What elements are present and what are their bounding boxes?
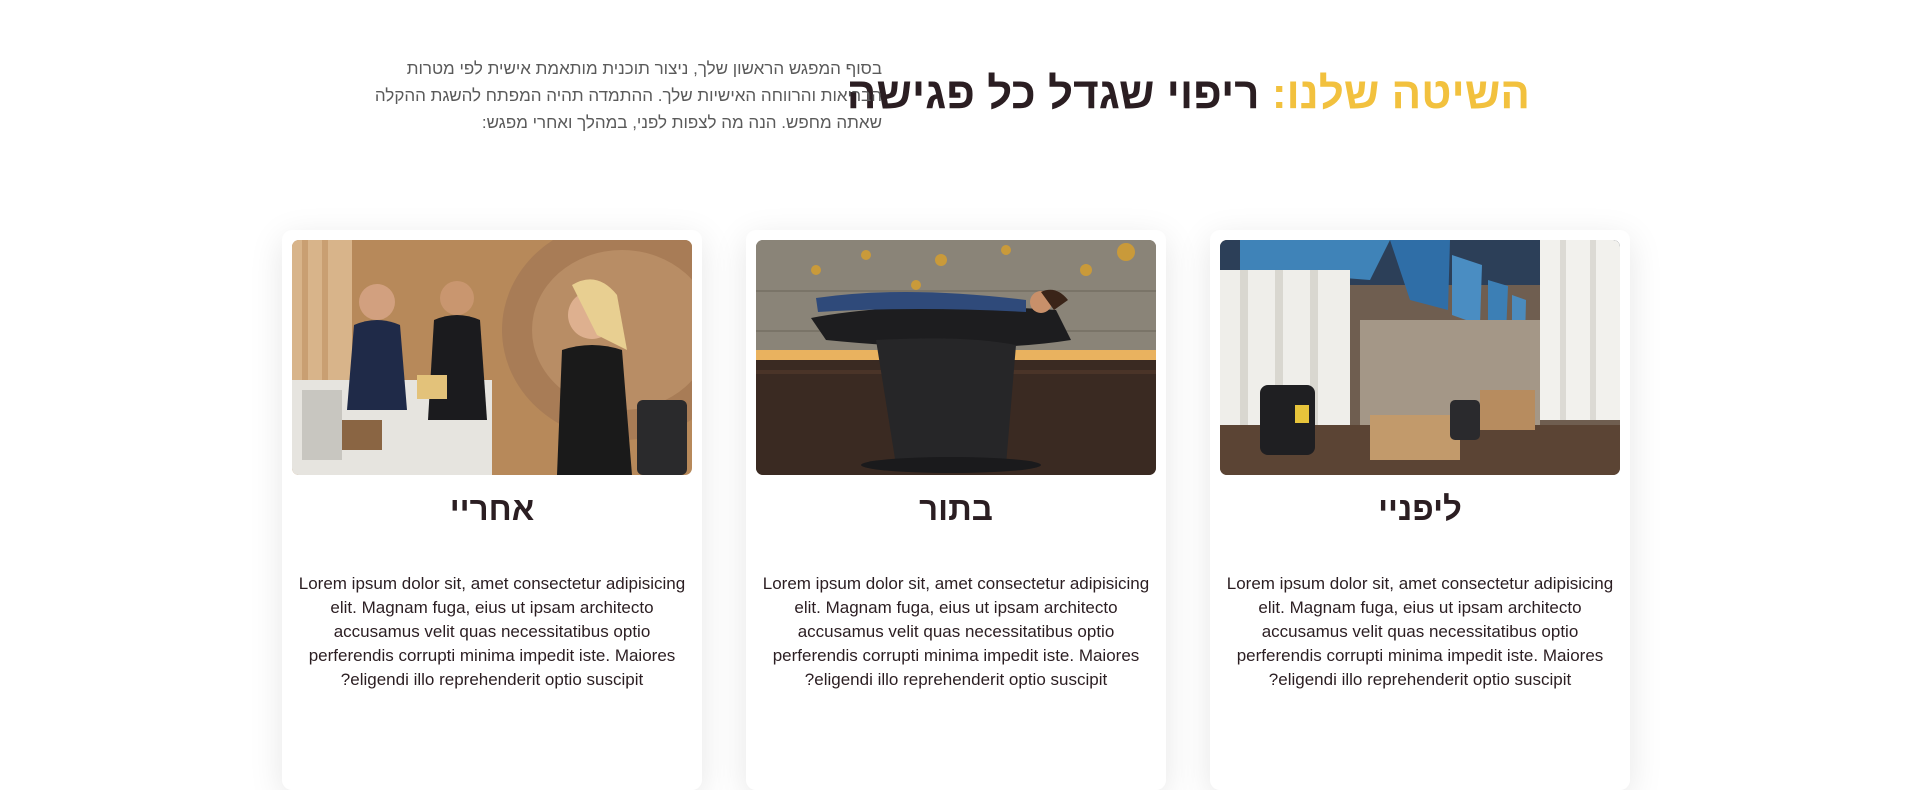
card-title: אחריי [449, 490, 535, 527]
card-body: Lorem ipsum dolor sit, amet consectetur … [298, 574, 686, 689]
spa-lounge-image [1220, 240, 1620, 475]
massage-chair-image [756, 240, 1156, 475]
card-after: אחריי Lorem ipsum dolor sit, amet consec… [282, 230, 702, 790]
card-during: בתור Lorem ipsum dolor sit, amet consect… [746, 230, 1166, 790]
section-intro: בסוף המפגש הראשון שלך, ניצור תוכנית מותא… [374, 59, 882, 132]
section-title-accent: השיטה שלנו: [1271, 69, 1530, 119]
card-before: ליפניי Lorem ipsum dolor sit, amet conse… [1210, 230, 1630, 790]
card-body: Lorem ipsum dolor sit, amet consectetur … [762, 574, 1150, 689]
card-title: ליפניי [1378, 490, 1462, 527]
card-body: Lorem ipsum dolor sit, amet consectetur … [1226, 574, 1614, 689]
card-title: בתור [919, 490, 993, 527]
consultation-image [292, 240, 692, 475]
section-title: השיטה שלנו: ריפוי שגדל כל פגישה [847, 69, 1530, 119]
section-title-main: ריפוי שגדל כל פגישה [846, 69, 1260, 119]
